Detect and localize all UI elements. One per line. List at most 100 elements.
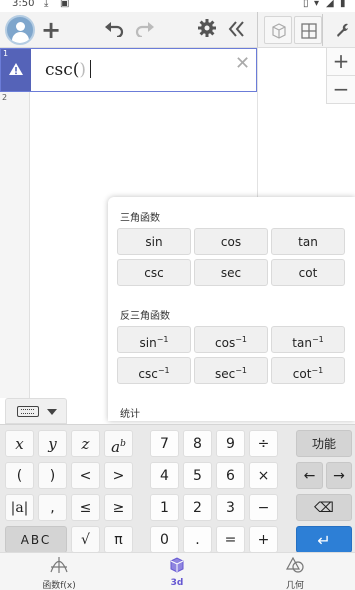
key-minus[interactable]: − xyxy=(249,494,278,521)
warning-icon[interactable] xyxy=(8,62,24,76)
nav-item-functions[interactable]: 函数f(x) xyxy=(0,553,118,590)
battery-icon: ▮ xyxy=(340,0,346,9)
key-power[interactable]: ab xyxy=(104,430,133,457)
key-0[interactable]: 0 xyxy=(150,526,179,553)
nav-label: 几何 xyxy=(285,581,304,590)
enter-button[interactable]: ↵ xyxy=(296,526,352,553)
profile-avatar[interactable] xyxy=(5,15,35,45)
nav-item-geometry[interactable]: 几何 xyxy=(236,553,354,590)
expression-close-paren: ) xyxy=(79,60,87,80)
notification-icon: ▣ xyxy=(60,0,70,9)
key-x[interactable]: x xyxy=(5,430,34,457)
key-6[interactable]: 6 xyxy=(216,462,245,489)
key-arccot[interactable]: cot−1 xyxy=(271,357,345,384)
row-marker: 1 xyxy=(1,49,31,91)
key-decimal[interactable]: . xyxy=(183,526,212,553)
key-label: cot xyxy=(292,367,312,381)
key-equals[interactable]: = xyxy=(216,526,245,553)
status-time: 3:50 xyxy=(12,0,35,9)
double-chevron-left-icon xyxy=(228,21,244,37)
key-arcsin[interactable]: sin−1 xyxy=(117,326,191,353)
key-comma[interactable]: , xyxy=(38,494,67,521)
settings-button[interactable] xyxy=(196,18,218,42)
key-arccos[interactable]: cos−1 xyxy=(194,326,268,353)
cursor-left-button[interactable]: ← xyxy=(296,462,323,489)
key-arccsc[interactable]: csc−1 xyxy=(117,357,191,384)
cube-icon xyxy=(170,557,184,573)
key-sec[interactable]: sec xyxy=(194,259,268,286)
key-8[interactable]: 8 xyxy=(183,430,212,457)
key-sqrt[interactable]: √ xyxy=(71,526,100,553)
key-abs[interactable]: |a| xyxy=(5,494,34,521)
status-bar: 3:50 ⤓ ▣ ▯ ▾ ◢ ▮ xyxy=(0,0,355,12)
undo-button[interactable] xyxy=(103,18,125,42)
functions-button[interactable]: 功能 xyxy=(296,430,352,457)
key-less-equal[interactable]: ≤ xyxy=(71,494,100,521)
key-exponent: −1 xyxy=(157,366,170,375)
key-right-paren[interactable]: ) xyxy=(38,462,67,489)
algebra-toolbar: + xyxy=(0,12,257,48)
key-less-than[interactable]: < xyxy=(71,462,100,489)
3d-view-button[interactable] xyxy=(264,16,292,44)
key-z[interactable]: z xyxy=(71,430,100,457)
algebra-row-input[interactable]: 1 csc() ✕ xyxy=(0,48,257,92)
trig-section-title: 三角函数 xyxy=(120,213,160,224)
key-9[interactable]: 9 xyxy=(216,430,245,457)
key-exponent: −1 xyxy=(235,335,247,344)
key-multiply[interactable]: × xyxy=(249,462,278,489)
row-number: 1 xyxy=(3,49,9,58)
key-plus[interactable]: + xyxy=(249,526,278,553)
close-icon[interactable]: ✕ xyxy=(235,53,250,74)
tools-button[interactable] xyxy=(328,16,355,44)
redo-button[interactable] xyxy=(134,18,156,42)
bottom-nav: 函数f(x) 3d 几何 xyxy=(0,552,355,590)
key-csc[interactable]: csc xyxy=(117,259,191,286)
row-number: 2 xyxy=(2,93,8,102)
abc-button[interactable]: ABC xyxy=(5,526,67,553)
key-4[interactable]: 4 xyxy=(150,462,179,489)
key-7[interactable]: 7 xyxy=(150,430,179,457)
key-greater-than[interactable]: > xyxy=(104,462,133,489)
key-y[interactable]: y xyxy=(38,430,67,457)
add-button[interactable]: + xyxy=(40,18,62,42)
key-label: tan xyxy=(292,336,312,350)
app-root: 3:50 ⤓ ▣ ▯ ▾ ◢ ▮ + + − 1 csc() ✕ 2 三角函数 … xyxy=(0,0,355,590)
expression-text: csc( xyxy=(45,60,80,80)
key-divide[interactable]: ÷ xyxy=(249,430,278,457)
function-graph-icon xyxy=(50,557,68,573)
keyboard-toggle-button[interactable] xyxy=(5,398,67,424)
text-cursor xyxy=(90,60,92,78)
key-1[interactable]: 1 xyxy=(150,494,179,521)
graphics-toolbar xyxy=(257,12,355,48)
key-5[interactable]: 5 xyxy=(183,462,212,489)
cursor-right-button[interactable]: → xyxy=(326,462,352,489)
expression-input[interactable]: csc() xyxy=(45,60,92,80)
math-keyboard: x y z ab 7 8 9 ÷ 功能 ( ) < > 4 5 6 × ← → … xyxy=(0,424,355,553)
key-cot[interactable]: cot xyxy=(271,259,345,286)
keyboard-icon xyxy=(17,406,39,417)
zoom-out-button[interactable]: − xyxy=(326,76,355,104)
avatar-head xyxy=(16,22,25,31)
zoom-in-button[interactable]: + xyxy=(326,48,355,76)
key-3[interactable]: 3 xyxy=(216,494,245,521)
key-pi[interactable]: π xyxy=(104,526,133,553)
key-base: a xyxy=(111,438,121,456)
undo-icon xyxy=(105,22,124,39)
key-arctan[interactable]: tan−1 xyxy=(271,326,345,353)
geometry-shapes-icon xyxy=(286,557,304,573)
key-left-paren[interactable]: ( xyxy=(5,462,34,489)
key-sin[interactable]: sin xyxy=(117,228,191,255)
gear-icon xyxy=(198,19,216,37)
key-greater-equal[interactable]: ≥ xyxy=(104,494,133,521)
key-exponent: −1 xyxy=(311,335,324,344)
key-arcsec[interactable]: sec−1 xyxy=(194,357,268,384)
grid-button[interactable] xyxy=(294,16,322,44)
nav-item-3d[interactable]: 3d xyxy=(118,553,236,590)
key-tan[interactable]: tan xyxy=(271,228,345,255)
key-2[interactable]: 2 xyxy=(183,494,212,521)
collapse-button[interactable] xyxy=(226,18,248,42)
wifi-icon: ▾ xyxy=(314,0,320,9)
backspace-button[interactable]: ⌫ xyxy=(296,494,352,521)
key-cos[interactable]: cos xyxy=(194,228,268,255)
avatar-body xyxy=(12,32,29,43)
